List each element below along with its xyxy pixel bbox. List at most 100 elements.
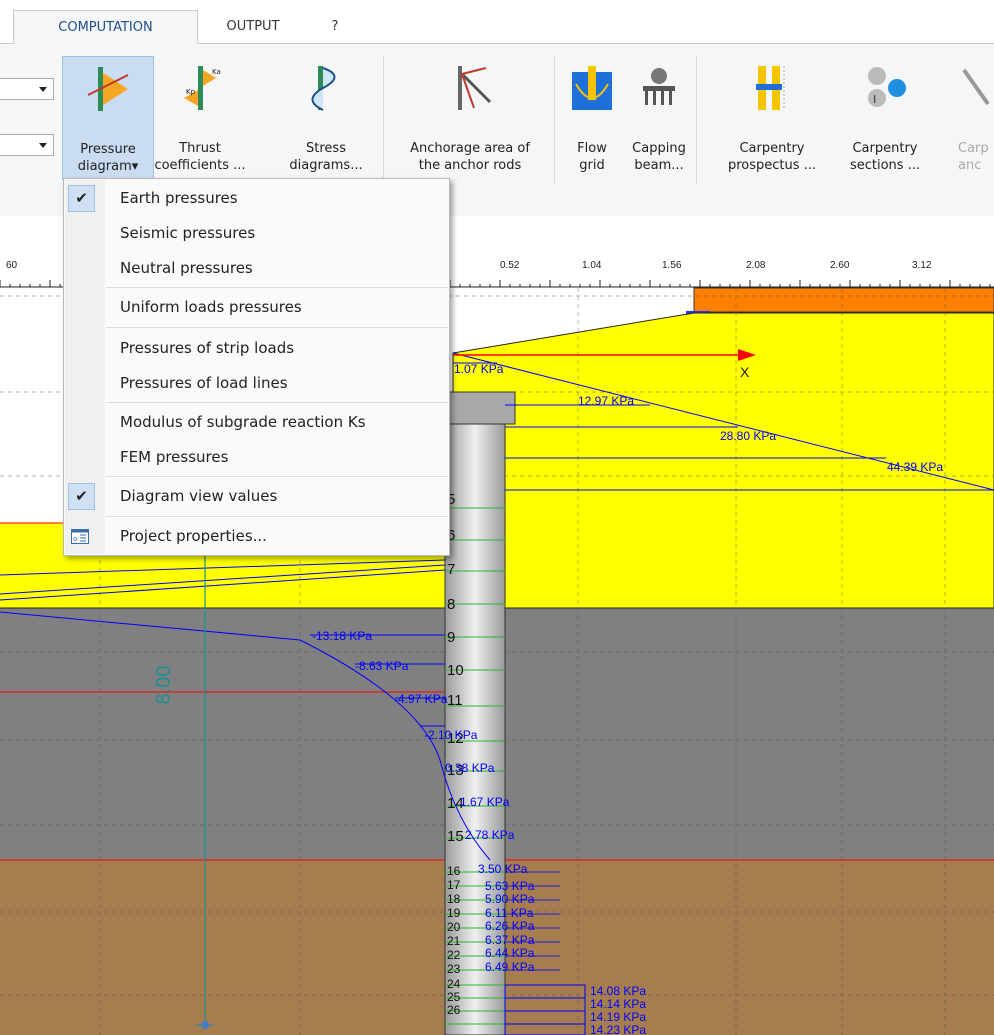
ruler-tick-label: 2.60 [830, 260, 850, 271]
wall-height-dimension: 8.00 [153, 666, 175, 705]
active-pressure-label: 1.07 KPa [454, 362, 504, 376]
passive-pressure-label: 6.44 KPa [485, 946, 535, 960]
pressure-diagram-dropdown: ✔ Earth pressures Seismic pressures Neutr… [63, 178, 450, 556]
ruler-tick-label: 1.04 [582, 260, 602, 271]
passive-pressure-label: -2.10 KPa [424, 728, 478, 742]
passive-pressure-label: 14.14 KPa [590, 997, 646, 1011]
tab-help[interactable]: ? [320, 10, 350, 44]
ribbon-separator [554, 56, 555, 184]
ribbon-combo-2[interactable] [0, 134, 54, 156]
wall-node-number: 8 [447, 596, 455, 613]
ruler-tick-label: 0.52 [500, 260, 520, 271]
menu-separator [106, 476, 448, 477]
wall-node-number: 17 [447, 878, 461, 892]
surcharge-slab [693, 287, 994, 313]
carpentry-prospectus-icon [756, 66, 785, 110]
flow-grid-icon [572, 66, 612, 110]
passive-pressure-label: 0.38 KPa [445, 761, 495, 775]
menu-item-fem-pressures[interactable]: FEM pressures [65, 441, 448, 474]
wall-node-number: 16 [447, 864, 461, 878]
wall-node-number: 25 [447, 990, 461, 1004]
wall-node-number: 22 [447, 948, 461, 962]
svg-text:o: o [73, 535, 77, 543]
ribbon-separator [696, 56, 697, 184]
ribbon-separator [383, 56, 384, 184]
passive-pressure-label: 3.50 KPa [478, 862, 528, 876]
wall-node-number: 24 [447, 977, 461, 991]
anchor-rods-icon [458, 66, 492, 110]
svg-text:I: I [873, 93, 876, 106]
menu-item-load-lines[interactable]: Pressures of load lines [65, 367, 448, 400]
wall-node-number: 20 [447, 920, 461, 934]
menu-item-strip-loads[interactable]: Pressures of strip loads [65, 332, 448, 365]
carpentry-prospectus-button[interactable]: Carpentry prospectus ... [722, 56, 822, 180]
wall-node-number: 10 [447, 662, 464, 679]
passive-pressure-label: -13.18 KPa [312, 629, 372, 643]
capping-beam [444, 391, 516, 425]
menu-item-earth-pressures[interactable]: ✔ Earth pressures [65, 182, 448, 215]
menu-item-uniform-loads-pressures[interactable]: Uniform loads pressures [65, 291, 448, 324]
svg-text:Kp: Kp [186, 88, 196, 96]
passive-pressure-label: 1.67 KPa [460, 795, 510, 809]
ruler-tick-label: 3.12 [912, 260, 932, 271]
wall-node-number: 18 [447, 892, 461, 906]
passive-pressure-label: 5.63 KPa [485, 879, 535, 893]
active-pressure-label: 12.97 KPa [578, 394, 634, 408]
pressure-diagram-button[interactable]: Pressure diagram▾ [62, 56, 154, 180]
passive-pressure-label: 2.78 KPa [465, 828, 515, 842]
passive-pressure-label: 6.49 KPa [485, 960, 535, 974]
wall-node-number: 7 [447, 561, 455, 578]
menu-item-subgrade-reaction[interactable]: Modulus of subgrade reaction Ks [65, 406, 448, 439]
wall-node-number: 19 [447, 906, 461, 920]
wall-node-number: 9 [447, 629, 455, 646]
ribbon-tab-bar: COMPUTATION OUTPUT ? [0, 0, 994, 44]
passive-pressure-label: 5.90 KPa [485, 892, 535, 906]
passive-pressure-label: 14.08 KPa [590, 984, 646, 998]
carpentry-anchors-button[interactable]: Carp anc [948, 56, 994, 180]
passive-pressure-label: 6.26 KPa [485, 919, 535, 933]
thrust-coefficients-button[interactable]: Kp Ka Thrust coefficients ... [154, 56, 246, 180]
x-axis-label: X [740, 364, 750, 380]
wall-node-number: 11 [447, 692, 463, 709]
passive-pressure-label: -4.97 KPa [394, 692, 448, 706]
carpentry-anchors-icon [962, 68, 990, 106]
capping-beam-button[interactable]: Capping beam... [628, 56, 690, 180]
wall-node-number: 21 [447, 934, 461, 948]
chevron-down-icon [39, 143, 47, 148]
flow-grid-button[interactable]: Flow grid [562, 56, 622, 180]
carpentry-sections-button[interactable]: I Carpentry sections ... [835, 56, 935, 180]
tab-output[interactable]: OUTPUT [203, 10, 303, 44]
svg-text:Ka: Ka [212, 68, 221, 76]
passive-pressure-label: 6.37 KPa [485, 933, 535, 947]
checkmark-icon: ✔ [68, 483, 95, 510]
checkmark-icon: ✔ [68, 185, 95, 212]
passive-pressure-label: 14.23 KPa [590, 1023, 646, 1035]
passive-pressure-label: 14.19 KPa [590, 1010, 646, 1024]
menu-item-diagram-view-values[interactable]: ✔ Diagram view values [65, 480, 448, 513]
menu-separator [106, 402, 448, 403]
passive-pressure-label: 6.11 KPa [485, 906, 534, 920]
passive-pressure-label: -8.63 KPa [355, 659, 409, 673]
menu-separator [106, 287, 448, 288]
active-pressure-label: 28.80 KPa [720, 429, 776, 443]
properties-icon: o [71, 529, 89, 544]
thrust-coefficients-icon: Kp Ka [184, 66, 221, 110]
menu-item-neutral-pressures[interactable]: Neutral pressures [65, 252, 448, 285]
pressure-diagram-icon [87, 67, 129, 111]
anchorage-area-button[interactable]: Anchorage area of the anchor rods [390, 56, 550, 180]
menu-separator [106, 327, 448, 328]
menu-item-project-properties[interactable]: o Project properties... [65, 520, 448, 553]
tab-computation[interactable]: COMPUTATION [13, 10, 198, 44]
wall-node-number: 15 [447, 828, 464, 845]
chevron-down-icon [39, 87, 47, 92]
menu-item-seismic-pressures[interactable]: Seismic pressures [65, 217, 448, 250]
ribbon-combo-1[interactable] [0, 78, 54, 100]
stress-diagrams-button[interactable]: Stress diagrams... [280, 56, 372, 180]
menu-separator [106, 516, 448, 517]
ruler-tick-label: 2.08 [746, 260, 766, 271]
capping-beam-icon [643, 68, 675, 105]
stress-diagrams-icon [311, 66, 336, 111]
carpentry-sections-icon: I [868, 67, 906, 107]
wall-node-number: 26 [447, 1003, 461, 1017]
ruler-tick-label: 60 [6, 260, 18, 271]
